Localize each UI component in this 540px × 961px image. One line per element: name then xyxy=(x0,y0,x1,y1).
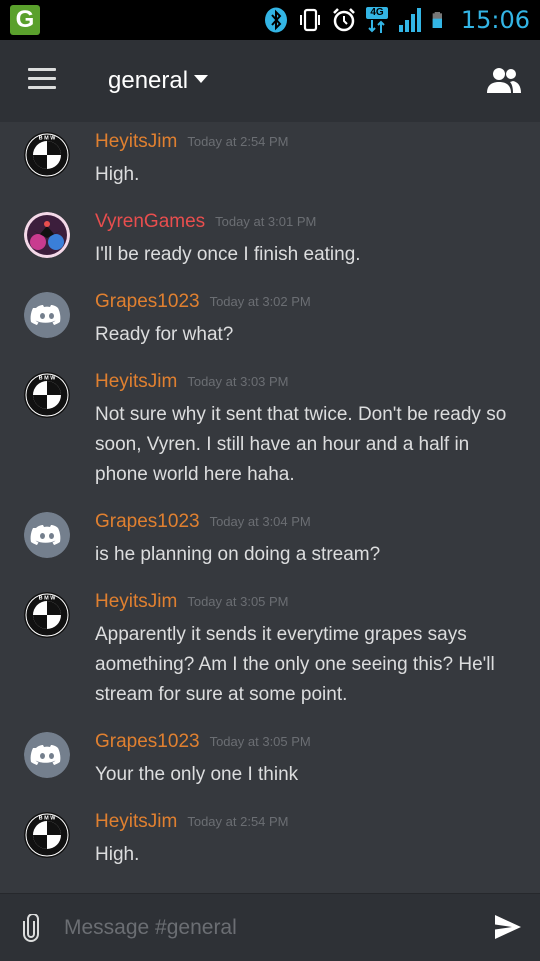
message-timestamp: Today at 3:02 PM xyxy=(209,294,311,309)
author-name[interactable]: HeyitsJim xyxy=(95,591,177,612)
avatar-bmw-icon[interactable]: B M W xyxy=(24,592,70,638)
author-name[interactable]: HeyitsJim xyxy=(95,131,177,152)
avatar-discord-icon[interactable] xyxy=(24,732,70,778)
carrier-badge: G xyxy=(10,5,40,35)
avatar-bmw-icon[interactable]: B M W xyxy=(24,372,70,418)
message-author[interactable]: VyrenGames Today at 3:01 PM xyxy=(95,210,316,234)
channel-title[interactable]: general xyxy=(108,66,188,96)
author-name[interactable]: Grapes1023 xyxy=(95,731,200,752)
svg-text:B M W: B M W xyxy=(39,816,57,822)
message-author[interactable]: Grapes1023 Today at 3:02 PM xyxy=(95,290,311,314)
avatar-vyren-icon[interactable] xyxy=(24,212,70,258)
message-timestamp: Today at 3:05 PM xyxy=(187,594,289,609)
network-4g-icon: 4G xyxy=(366,7,388,33)
message-timestamp: Today at 2:54 PM xyxy=(187,814,289,829)
members-icon[interactable] xyxy=(486,66,522,94)
vibrate-icon xyxy=(300,8,320,32)
bluetooth-icon xyxy=(265,7,287,33)
avatar-discord-icon[interactable] xyxy=(24,512,70,558)
svg-text:B M W: B M W xyxy=(39,136,57,142)
message-author[interactable]: Grapes1023 Today at 3:05 PM xyxy=(95,730,311,754)
author-name[interactable]: HeyitsJim xyxy=(95,811,177,832)
status-bar: G 4G 15:06 xyxy=(0,0,540,40)
paperclip-icon[interactable] xyxy=(22,914,40,942)
message-text: High. xyxy=(95,164,140,185)
svg-text:B M W: B M W xyxy=(39,376,57,382)
message-timestamp: Today at 3:04 PM xyxy=(209,514,311,529)
battery-icon xyxy=(432,12,442,28)
svg-text:B M W: B M W xyxy=(39,596,57,602)
message-author[interactable]: HeyitsJim Today at 2:54 PM xyxy=(95,130,289,154)
message-timestamp: Today at 3:05 PM xyxy=(209,734,311,749)
message-composer xyxy=(0,893,540,961)
status-icons: 4G xyxy=(264,6,448,34)
send-icon[interactable] xyxy=(494,914,522,940)
avatar-discord-icon[interactable] xyxy=(24,292,70,338)
message-text: Ready for what? xyxy=(95,324,234,345)
chevron-down-icon[interactable] xyxy=(194,75,208,83)
message-timestamp: Today at 3:03 PM xyxy=(187,374,289,389)
hamburger-menu-icon[interactable] xyxy=(28,68,56,90)
message-text: I'll be ready once I finish eating. xyxy=(95,244,361,265)
network-label: 4G xyxy=(366,7,388,19)
signal-icon xyxy=(399,8,421,32)
author-name[interactable]: VyrenGames xyxy=(95,211,205,232)
app-bar: general xyxy=(0,40,540,122)
message-text: is he planning on doing a stream? xyxy=(95,544,381,565)
message-text: Apparently it sends it everytime grapes … xyxy=(95,624,495,705)
message-text: High. xyxy=(95,844,140,865)
author-name[interactable]: Grapes1023 xyxy=(95,511,200,532)
clock: 15:06 xyxy=(460,6,530,34)
alarm-icon xyxy=(333,8,355,32)
author-name[interactable]: Grapes1023 xyxy=(95,291,200,312)
avatar-bmw-icon[interactable]: B M W xyxy=(24,812,70,858)
message-input[interactable] xyxy=(64,914,464,942)
message-author[interactable]: Grapes1023 Today at 3:04 PM xyxy=(95,510,311,534)
message-author[interactable]: HeyitsJim Today at 2:54 PM xyxy=(95,810,289,834)
message-timestamp: Today at 2:54 PM xyxy=(187,134,289,149)
message-text: Your the only one I think xyxy=(95,764,299,785)
message-author[interactable]: HeyitsJim Today at 3:03 PM xyxy=(95,370,289,394)
avatar-bmw-icon[interactable]: B M W xyxy=(24,132,70,178)
message-list[interactable]: B M W HeyitsJim Today at 2:54 PM High. Vy… xyxy=(0,122,540,892)
message-text: Not sure why it sent that twice. Don't b… xyxy=(95,404,507,485)
message-author[interactable]: HeyitsJim Today at 3:05 PM xyxy=(95,590,289,614)
message-timestamp: Today at 3:01 PM xyxy=(215,214,317,229)
author-name[interactable]: HeyitsJim xyxy=(95,371,177,392)
